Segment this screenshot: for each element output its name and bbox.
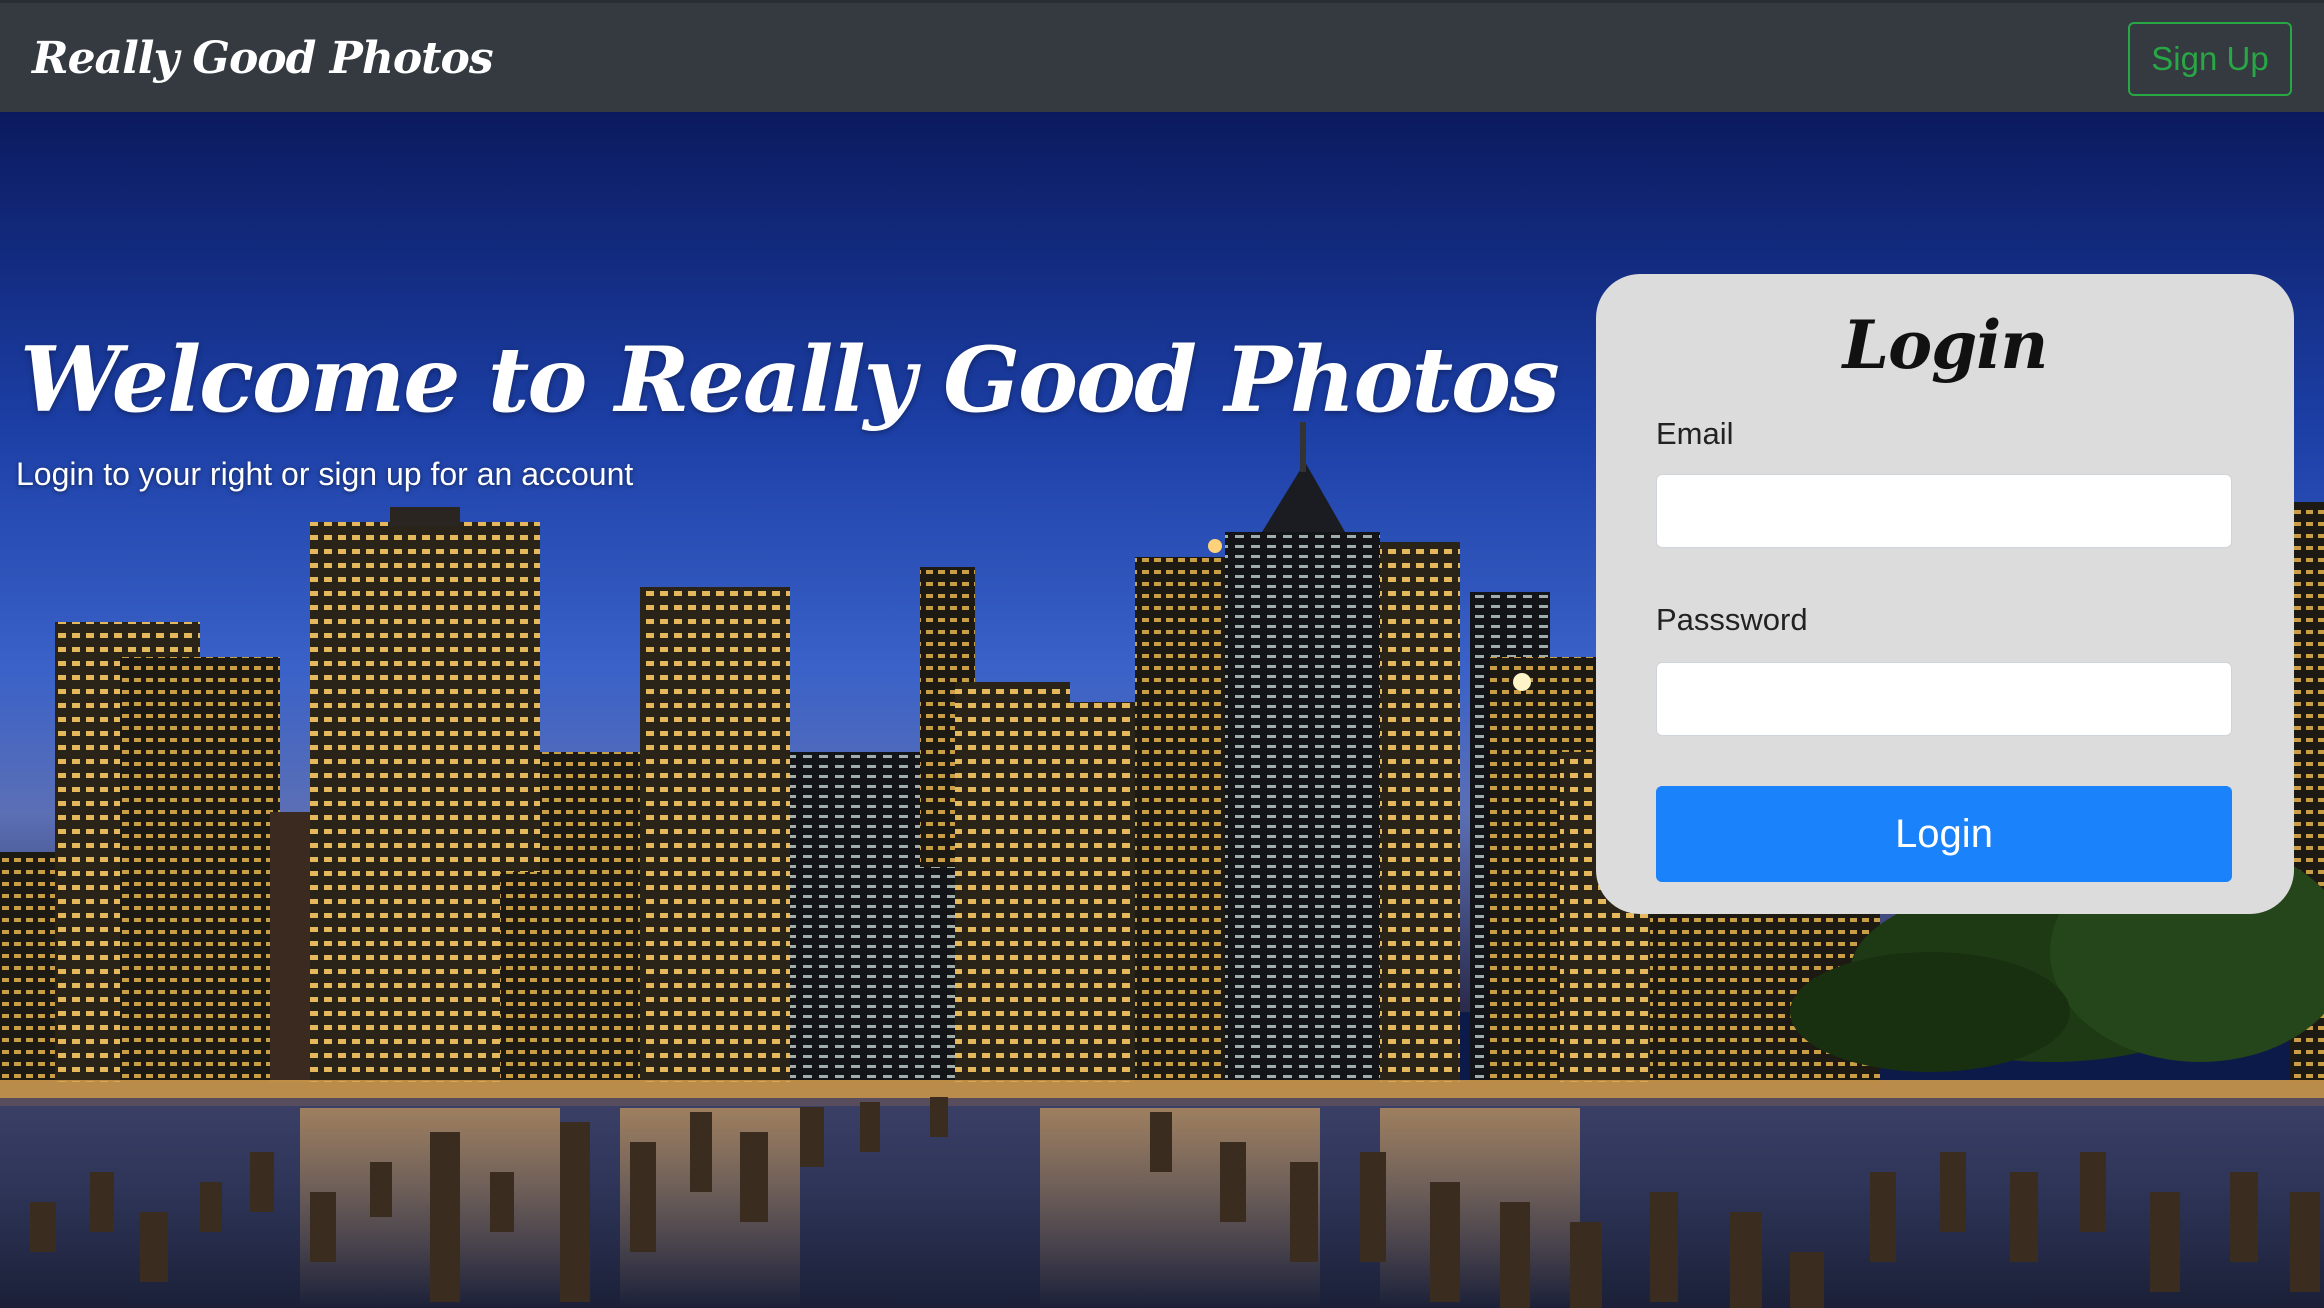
password-label: Passsword xyxy=(1656,602,1808,637)
password-field[interactable] xyxy=(1656,662,2232,736)
email-field[interactable] xyxy=(1656,474,2232,548)
email-label: Email xyxy=(1656,416,1734,451)
hero-subtitle: Login to your right or sign up for an ac… xyxy=(16,456,634,492)
login-card: Login Email Passsword Login xyxy=(1596,274,2294,914)
hero-title: Welcome to Really Good Photos xyxy=(20,327,1560,433)
page: Really Good Photos Sign Up Welcome to Re… xyxy=(0,0,2324,1308)
navbar: Really Good Photos Sign Up xyxy=(0,0,2324,112)
brand-logo[interactable]: Really Good Photos xyxy=(32,29,494,89)
login-heading: Login xyxy=(1842,306,2049,384)
sign-up-button[interactable]: Sign Up xyxy=(2128,22,2292,96)
login-button[interactable]: Login xyxy=(1656,786,2232,882)
